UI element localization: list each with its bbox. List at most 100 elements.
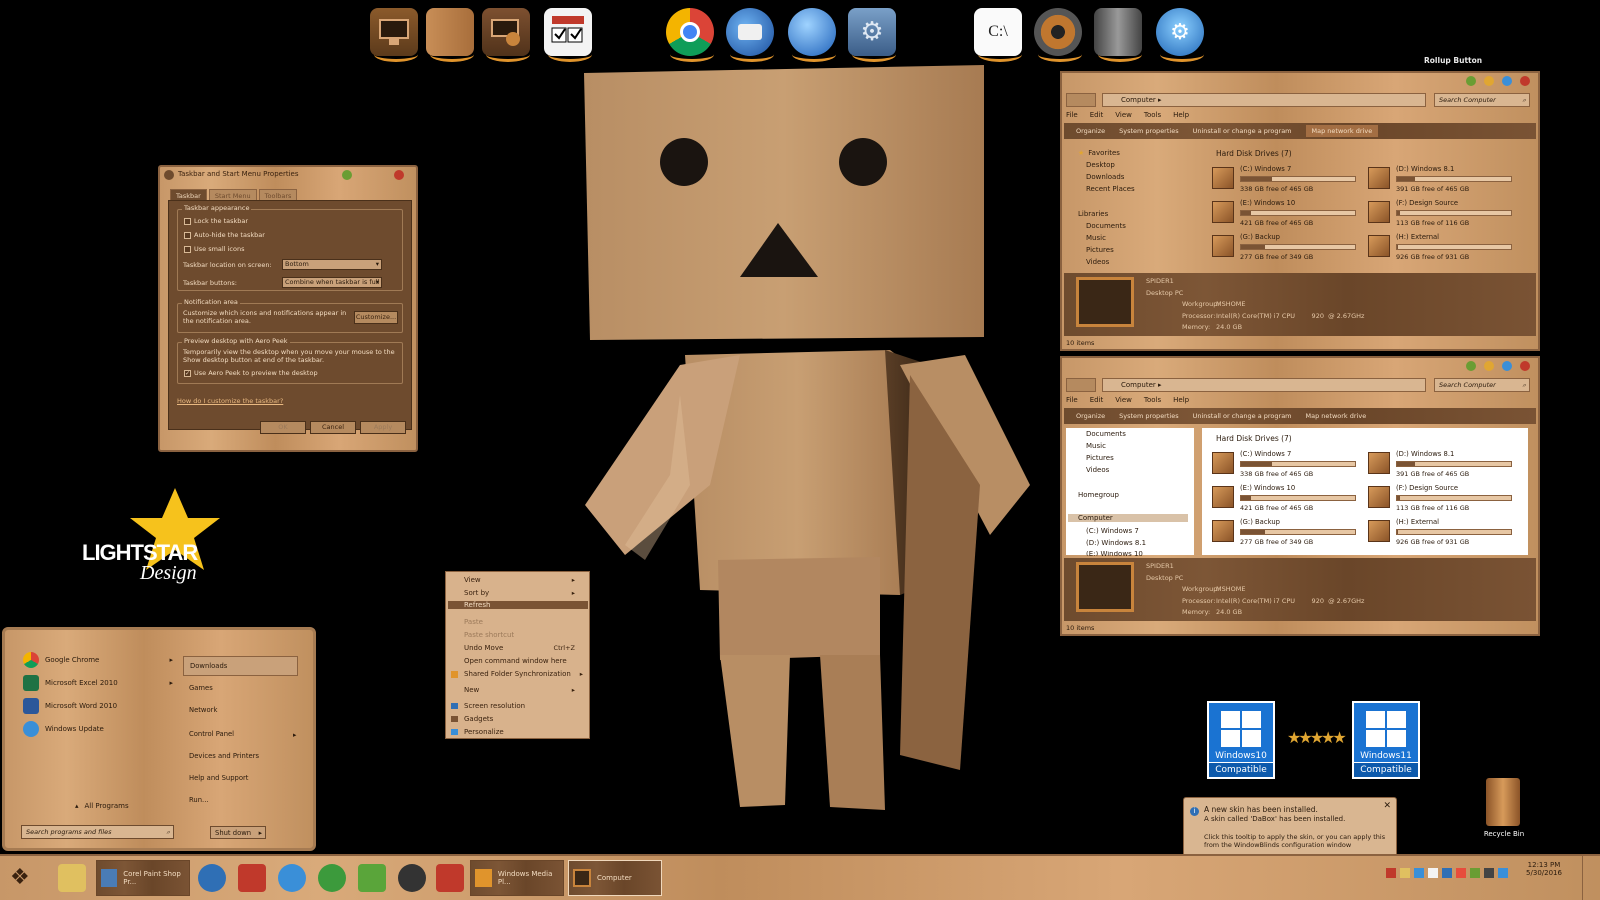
nav-videos[interactable]: Videos [1086,258,1109,266]
uninstall-button[interactable]: Uninstall or change a program [1193,412,1292,420]
start-right-downloads[interactable]: Downloads [183,656,298,676]
close-icon[interactable] [1520,361,1530,371]
close-icon[interactable] [1520,76,1530,86]
pin-icon[interactable] [1466,76,1476,86]
search-input[interactable]: Search Computer ⌕ [1434,378,1530,392]
start-item-chrome[interactable]: Google Chrome ▸ [23,652,173,668]
drive-d[interactable]: (D:) Windows 8.1 391 GB free of 465 GB [1366,163,1526,195]
nav-favorites[interactable]: ★ Favorites [1078,149,1120,157]
back-forward-buttons[interactable] [1066,378,1096,392]
tray-icon[interactable] [1442,868,1452,878]
internet-explorer-icon[interactable] [278,864,306,892]
drive-e[interactable]: (E:) Windows 10 421 GB free of 465 GB [1210,482,1370,514]
folder-stack-icon[interactable] [358,864,386,892]
close-icon[interactable]: ✕ [1383,801,1391,811]
start-right-control-panel[interactable]: Control Panel [189,730,234,738]
start-item-windows-update[interactable]: Windows Update [23,721,173,737]
menu-item-shared-folder[interactable]: Shared Folder Synchronization [464,670,571,678]
menu-view[interactable]: View [1115,111,1132,119]
menu-edit[interactable]: Edit [1090,111,1104,119]
volume-icon[interactable] [1484,868,1494,878]
drive-c[interactable]: (C:) Windows 7 338 GB free of 465 GB [1210,448,1370,480]
command-prompt-icon[interactable]: C:\ [974,8,1022,62]
book-icon[interactable] [238,864,266,892]
autohide-checkbox[interactable]: Auto-hide the taskbar [184,231,265,239]
menu-edit[interactable]: Edit [1090,396,1104,404]
sticky-notes-icon[interactable] [58,864,86,892]
pin-icon[interactable] [1466,361,1476,371]
nav-documents[interactable]: Documents [1086,430,1126,438]
nav-libraries[interactable]: Libraries [1078,210,1108,218]
checklist-icon[interactable] [544,8,592,62]
nav-documents[interactable]: Documents [1086,222,1126,230]
menu-item-open-command[interactable]: Open command window here [464,657,567,665]
tray-icon[interactable] [1470,868,1480,878]
tray-icon[interactable] [1456,868,1466,878]
menu-item-gadgets[interactable]: Gadgets [464,715,493,723]
lock-taskbar-checkbox[interactable]: Lock the taskbar [184,217,248,225]
drive-f[interactable]: (F:) Design Source 113 GB free of 116 GB [1366,197,1526,229]
help-link[interactable]: How do I customize the taskbar? [177,397,283,405]
back-forward-buttons[interactable] [1066,93,1096,107]
address-bar[interactable]: Computer ▸ [1102,93,1426,107]
thunderbird-icon[interactable] [726,8,774,62]
menu-item-refresh[interactable]: Refresh [448,601,588,609]
close-icon[interactable] [394,170,404,180]
show-desktop-button[interactable] [1582,856,1600,900]
menu-item-paste-shortcut[interactable]: Paste shortcut [464,631,514,639]
drive-h[interactable]: (H:) External 926 GB free of 931 GB [1366,516,1526,548]
computer-icon[interactable] [370,8,418,62]
nav-computer[interactable]: Computer [1068,514,1188,522]
buttons-select[interactable]: Combine when taskbar is full ▾ [282,277,382,288]
tray-icon[interactable] [1400,868,1410,878]
start-right-games[interactable]: Games [189,684,213,692]
network-icon[interactable] [1498,868,1508,878]
network-globe-icon[interactable] [482,8,530,62]
drive-f[interactable]: (F:) Design Source 113 GB free of 116 GB [1366,482,1526,514]
cursor-app-icon[interactable] [198,864,226,892]
menu-item-paste[interactable]: Paste [464,618,483,626]
nav-drive-c[interactable]: (C:) Windows 7 [1086,527,1139,535]
start-right-help[interactable]: Help and Support [189,774,248,782]
apply-button[interactable]: Apply [360,421,406,434]
menu-view[interactable]: View [1115,396,1132,404]
menu-tools[interactable]: Tools [1144,111,1161,119]
organize-button[interactable]: Organize [1076,127,1105,135]
drive-d[interactable]: (D:) Windows 8.1 391 GB free of 465 GB [1366,448,1526,480]
nav-music[interactable]: Music [1086,234,1106,242]
document-box-icon[interactable] [426,8,474,62]
drive-e[interactable]: (E:) Windows 10 421 GB free of 465 GB [1210,197,1370,229]
nav-videos[interactable]: Videos [1086,466,1109,474]
control-panel-icon[interactable]: ⚙ [848,8,896,62]
maximize-icon[interactable] [1502,361,1512,371]
nav-pictures[interactable]: Pictures [1086,454,1114,462]
start-item-excel[interactable]: Microsoft Excel 2010 ▸ [23,675,173,691]
nav-recent-places[interactable]: Recent Places [1086,185,1135,193]
nav-drive-e[interactable]: (E:) Windows 10 [1086,551,1143,556]
taskbar-task-computer[interactable]: Computer [568,860,662,896]
address-bar[interactable]: Computer ▸ [1102,378,1426,392]
nav-desktop[interactable]: Desktop [1086,161,1115,169]
menu-item-personalize[interactable]: Personalize [464,728,504,736]
start-right-network[interactable]: Network [189,706,217,714]
nav-downloads[interactable]: Downloads [1086,173,1124,181]
system-properties-button[interactable]: System properties [1119,412,1178,420]
customize-button[interactable]: Customize... [354,311,398,324]
drive-h[interactable]: (H:) External 926 GB free of 931 GB [1366,231,1526,263]
start-button[interactable]: ❖ [10,864,38,892]
organize-button[interactable]: Organize [1076,412,1105,420]
google-earth-icon[interactable] [788,8,836,62]
taskbar-task-media-player[interactable]: Windows Media Pl... [470,860,564,896]
menu-tools[interactable]: Tools [1144,396,1161,404]
menu-item-sort-by[interactable]: Sort by [464,589,489,597]
maximize-icon[interactable] [1502,76,1512,86]
start-right-devices[interactable]: Devices and Printers [189,752,259,760]
drive-c[interactable]: (C:) Windows 7 338 GB free of 465 GB [1210,163,1370,195]
system-properties-button[interactable]: System properties [1119,127,1178,135]
recycle-bin[interactable]: Recycle Bin [1478,778,1528,844]
menu-file[interactable]: File [1066,396,1078,404]
nav-music[interactable]: Music [1086,442,1106,450]
minimize-icon[interactable] [1484,76,1494,86]
map-drive-button[interactable]: Map network drive [1306,412,1367,420]
pin-icon[interactable] [342,170,352,180]
